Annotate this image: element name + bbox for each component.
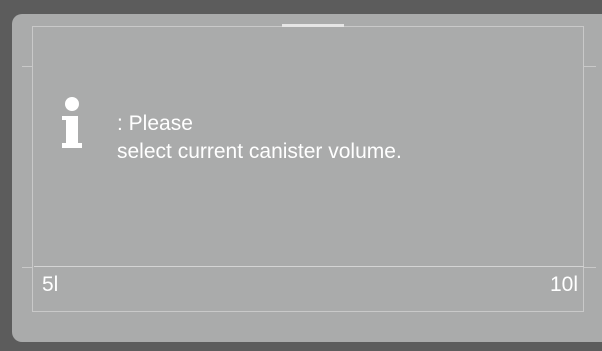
volume-scale-bar[interactable] — [34, 266, 584, 267]
info-icon — [62, 97, 82, 148]
message-line-1: : Please — [117, 112, 193, 135]
frame-tick-right-bottom — [584, 267, 596, 268]
content-frame — [32, 26, 584, 312]
info-message: : Please select current canister volume. — [117, 110, 402, 166]
volume-max-label: 10l — [549, 273, 578, 296]
top-page-indicator — [282, 24, 344, 27]
frame-tick-left-bottom — [22, 267, 32, 268]
frame-tick-right-top — [584, 66, 596, 67]
frame-tick-left-top — [22, 66, 32, 67]
message-line-2: select current canister volume. — [117, 140, 402, 163]
volume-min-label: 5l — [42, 273, 59, 296]
